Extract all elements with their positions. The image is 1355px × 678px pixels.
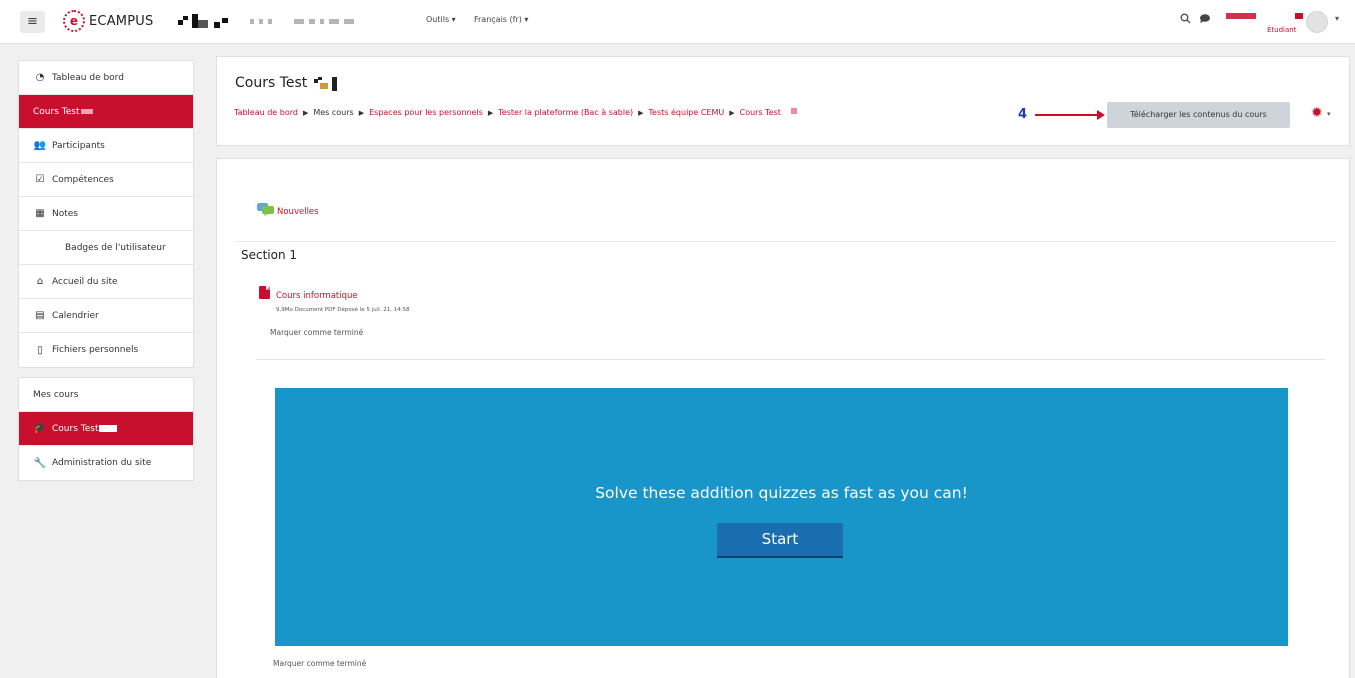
- table-icon: ▦: [35, 208, 45, 219]
- quiz-prompt: Solve these addition quizzes as fast as …: [595, 484, 968, 502]
- course-header: Cours Test Tableau de bord ▶ Mes cours ▶ Esp…: [216, 56, 1350, 146]
- sidebar-item-grades[interactable]: ▦ Notes: [19, 197, 193, 231]
- redacted-nav-items: [250, 19, 354, 25]
- resource-link[interactable]: Cours informatique: [276, 291, 358, 301]
- breadcrumb-item[interactable]: Espaces pour les personnels: [369, 108, 483, 117]
- top-navbar: ≡ e ECAMPUS Outils ▾ Français (fr) ▾ Étu…: [0, 0, 1355, 44]
- wrench-icon: 🔧: [33, 457, 47, 469]
- sidebar-item-my-course[interactable]: 🎓 Cours Test: [19, 412, 193, 446]
- sidebar-item-competencies[interactable]: ☑ Compétences: [19, 163, 193, 197]
- section-title: Section 1: [241, 248, 298, 262]
- breadcrumb-separator-icon: ▶: [638, 109, 644, 117]
- sidebar-item-private-files[interactable]: ▯ Fichiers personnels: [19, 333, 193, 367]
- tools-menu[interactable]: Outils ▾: [426, 15, 456, 24]
- graduation-cap-icon: 🎓: [33, 423, 47, 434]
- breadcrumb-item[interactable]: Tableau de bord: [234, 108, 298, 117]
- ecampus-logo-icon: e: [63, 10, 85, 32]
- breadcrumb-item[interactable]: Tests équipe CEMU: [649, 108, 725, 117]
- breadcrumb-separator-icon: ▶: [302, 109, 309, 117]
- checkbox-icon: ☑: [35, 174, 45, 185]
- mark-complete-button[interactable]: Marquer comme terminé: [273, 659, 366, 668]
- chevron-down-icon[interactable]: ▾: [1327, 110, 1331, 118]
- sidebar-item-site-home[interactable]: ⌂ Accueil du site: [19, 265, 193, 299]
- annotation-number: 4: [1018, 107, 1028, 122]
- sidebar-item-calendar[interactable]: ▤ Calendrier: [19, 299, 193, 333]
- news-forum-link[interactable]: Nouvelles: [277, 207, 319, 217]
- file-icon: ▯: [37, 344, 43, 356]
- sidebar-item-dashboard[interactable]: ◔ Tableau de bord: [19, 61, 193, 95]
- menu-toggle-button[interactable]: ≡: [20, 11, 45, 33]
- pdf-icon: [259, 286, 270, 299]
- mark-complete-button[interactable]: Marquer comme terminé: [270, 328, 363, 337]
- quiz-start-button[interactable]: Start: [717, 523, 843, 558]
- language-menu[interactable]: Français (fr) ▾: [474, 15, 528, 24]
- redacted-image: [178, 14, 238, 28]
- gear-icon[interactable]: ✹: [1311, 105, 1323, 121]
- redacted-user-name: [1295, 13, 1303, 19]
- download-course-content-button[interactable]: Télécharger les contenus du cours: [1107, 102, 1290, 128]
- home-icon: ⌂: [36, 276, 44, 287]
- redacted-user-name: [1226, 13, 1256, 19]
- breadcrumb: Tableau de bord ▶ Mes cours ▶ Espaces pour l…: [234, 108, 797, 117]
- sidebar-header-my-courses[interactable]: Mes cours: [19, 378, 193, 412]
- sidebar-item-course[interactable]: Cours Test: [19, 95, 193, 129]
- sidebar-nav: ◔ Tableau de bord Cours Test 👥 Participa…: [18, 60, 194, 368]
- redacted-text: [81, 109, 94, 114]
- divider: [234, 241, 1336, 242]
- forum-icon: [257, 203, 274, 216]
- users-icon: 👥: [33, 140, 47, 151]
- user-role: Étudiant: [1267, 26, 1297, 34]
- breadcrumb-item[interactable]: Tester la plateforme (Bac à sable): [498, 108, 633, 117]
- breadcrumb-item[interactable]: Cours Test: [740, 108, 781, 117]
- dashboard-icon: ◔: [35, 72, 45, 83]
- redacted-text: [99, 425, 118, 432]
- quiz-embed: Solve these addition quizzes as fast as …: [275, 388, 1288, 646]
- redacted-text: [790, 108, 797, 114]
- page-title: Cours Test: [235, 75, 308, 91]
- sidebar-item-badges[interactable]: Badges de l'utilisateur: [19, 231, 193, 265]
- search-icon[interactable]: [1180, 13, 1191, 27]
- sidebar-item-site-admin[interactable]: 🔧 Administration du site: [19, 446, 193, 480]
- chevron-down-icon: ▾: [451, 15, 456, 24]
- divider: [257, 359, 1325, 360]
- sidebar-my-courses: Mes cours 🎓 Cours Test 🔧 Administration …: [18, 377, 194, 481]
- breadcrumb-separator-icon: ▶: [487, 109, 494, 117]
- sidebar-item-participants[interactable]: 👥 Participants: [19, 129, 193, 163]
- calendar-icon: ▤: [35, 310, 45, 321]
- messages-icon[interactable]: [1199, 13, 1211, 27]
- user-avatar[interactable]: [1306, 11, 1328, 33]
- breadcrumb-separator-icon: ▶: [358, 109, 365, 117]
- chevron-down-icon[interactable]: ▾: [1335, 14, 1339, 23]
- brand-name: ECAMPUS: [89, 13, 154, 29]
- annotation-arrow-icon: [1035, 110, 1105, 120]
- brand-logo[interactable]: e ECAMPUS: [63, 9, 153, 33]
- breadcrumb-separator-icon: ▶: [729, 109, 735, 117]
- breadcrumb-item[interactable]: Mes cours: [313, 108, 353, 117]
- chevron-down-icon: ▾: [524, 15, 529, 24]
- resource-details: 9,9Mo Document PDF Déposé le 5 juil. 21,…: [276, 307, 410, 313]
- course-content: Nouvelles Section 1 Cours informatique 9…: [216, 158, 1350, 678]
